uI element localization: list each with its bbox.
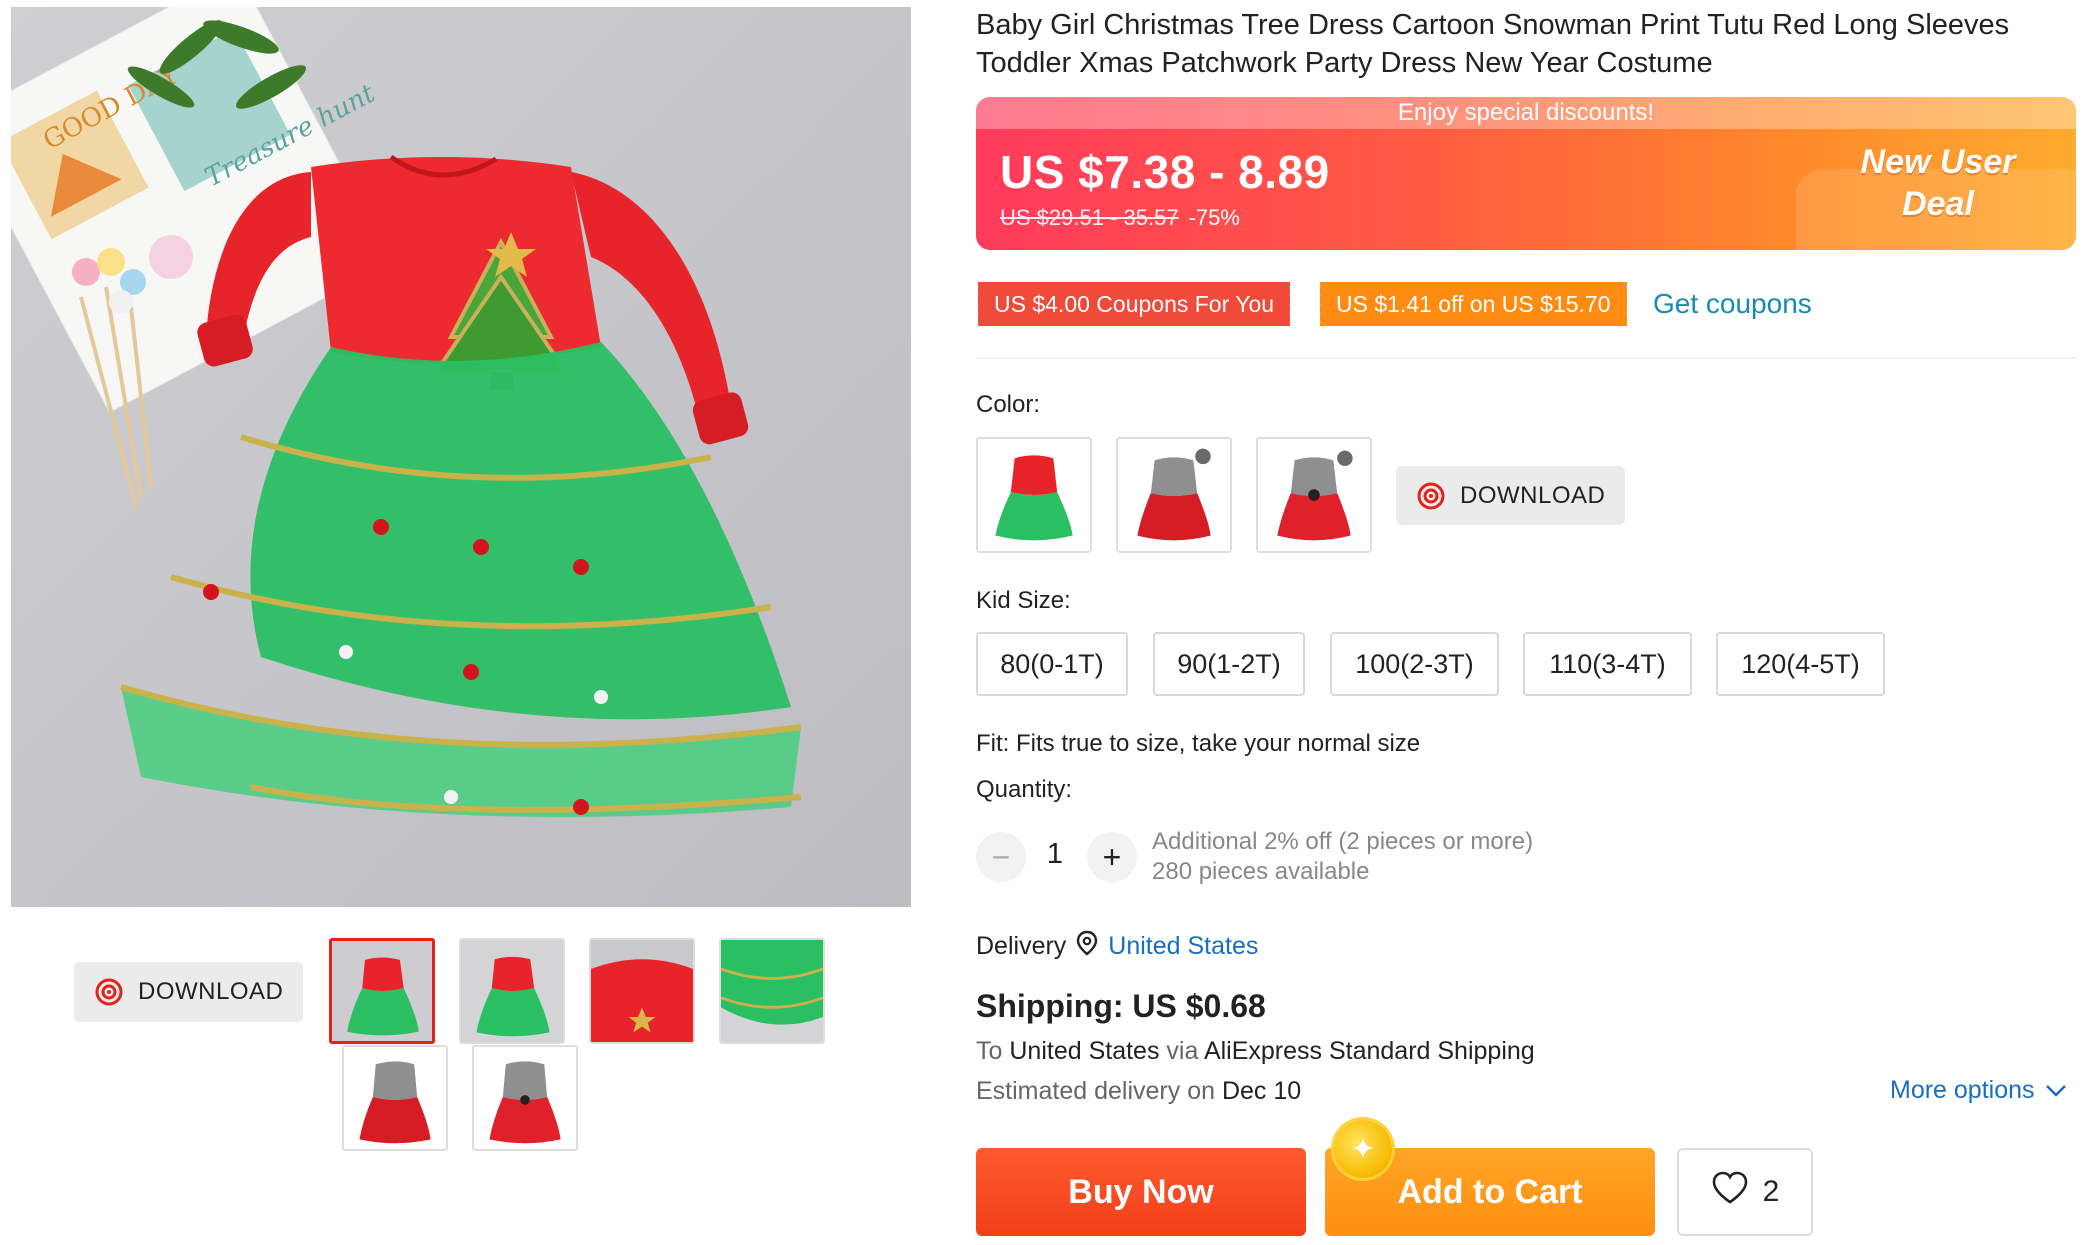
color-download-button[interactable]: DOWNLOAD: [1396, 466, 1626, 525]
download-label: DOWNLOAD: [138, 978, 284, 1005]
thumbnail-image: [344, 1047, 446, 1149]
shipping-method: AliExpress Standard Shipping: [1203, 1037, 1535, 1065]
more-options-label: More options: [1890, 1076, 2035, 1104]
thumbnail-3[interactable]: [589, 938, 695, 1044]
main-product-image[interactable]: GOOD DAY Treasure hunt: [11, 7, 911, 907]
delivery-label: Delivery: [976, 932, 1067, 960]
quantity-decrease-button[interactable]: −: [976, 832, 1026, 882]
download-label: DOWNLOAD: [1460, 481, 1606, 509]
deal-line-2: Deal: [1902, 185, 1974, 223]
product-title: Baby Girl Christmas Tree Dress Cartoon S…: [976, 9, 2010, 79]
original-price: US $29.51 - 35.57 -75%: [1000, 205, 1240, 231]
delivery-row: Delivery United States: [976, 930, 1258, 963]
estimated-prefix: Estimated delivery on: [976, 1077, 1222, 1105]
thumbnail-image: [474, 1047, 576, 1149]
fit-text: Fit: Fits true to size, take your normal…: [976, 730, 1421, 757]
wishlist-button[interactable]: 2: [1677, 1148, 1813, 1236]
swatch-image: [978, 439, 1090, 551]
thumbnail-image: [332, 941, 432, 1041]
new-user-deal-badge: New User Deal: [1838, 141, 2038, 225]
size-option-120[interactable]: 120(4-5T): [1716, 632, 1885, 696]
coupon-select[interactable]: US $1.41 off on US $15.70: [1317, 282, 1629, 326]
coin-sparkle-icon: ✦: [1334, 1120, 1392, 1178]
shipping-to-country: United States: [1009, 1037, 1160, 1065]
swatch-image: [1258, 439, 1370, 551]
discount-percent: -75%: [1188, 205, 1240, 230]
original-price-value: US $29.51 - 35.57: [1000, 205, 1179, 230]
color-swatch-green[interactable]: [976, 437, 1092, 553]
location-pin-icon: [1076, 930, 1098, 963]
thumbnail-image: [591, 940, 693, 1042]
download-icon: [94, 977, 124, 1007]
size-option-80[interactable]: 80(0-1T): [976, 632, 1128, 696]
stock-available-text: 280 pieces available: [1152, 858, 1370, 885]
more-options-link[interactable]: More options: [1890, 1076, 2067, 1105]
thumbnail-image: [721, 940, 823, 1042]
thumbnail-4[interactable]: [719, 938, 825, 1044]
shipping-via-prefix: via: [1159, 1037, 1204, 1065]
current-price: US $7.38 - 8.89: [1000, 146, 1330, 198]
estimated-date: Dec 10: [1221, 1077, 1302, 1105]
color-label: Color:: [976, 391, 1041, 418]
thumbnail-5[interactable]: [342, 1045, 448, 1151]
size-label: Kid Size:: [976, 587, 1071, 614]
size-option-100[interactable]: 100(2-3T): [1330, 632, 1499, 696]
download-icon: [1416, 481, 1446, 511]
price-banner: Enjoy special discounts! US $7.38 - 8.89…: [976, 97, 2076, 250]
thumbnail-6[interactable]: [472, 1045, 578, 1151]
promo-strip: Enjoy special discounts!: [976, 97, 2076, 129]
quantity-label: Quantity:: [976, 776, 1073, 803]
thumbnail-image: [461, 940, 563, 1042]
thumbnail-1[interactable]: [329, 938, 435, 1044]
wishlist-count: 2: [1762, 1175, 1780, 1208]
shipping-route: To United States via AliExpress Standard…: [976, 1037, 1535, 1066]
color-swatch-gray-red-bow[interactable]: [1256, 437, 1372, 553]
download-button[interactable]: DOWNLOAD: [74, 962, 304, 1022]
bulk-discount-text: Additional 2% off (2 pieces or more): [1152, 828, 1534, 855]
heart-icon: [1711, 1171, 1749, 1213]
quantity-increase-button[interactable]: +: [1087, 832, 1137, 882]
color-swatch-gray-red[interactable]: [1116, 437, 1232, 553]
shipping-price: Shipping: US $0.68: [976, 988, 1266, 1024]
delivery-location-link[interactable]: United States: [1108, 932, 1258, 961]
swatch-image: [1118, 439, 1230, 551]
estimated-delivery: Estimated delivery on Dec 10: [976, 1077, 1301, 1106]
size-option-90[interactable]: 90(1-2T): [1153, 632, 1305, 696]
shipping-to-prefix: To: [976, 1037, 1010, 1065]
quantity-value[interactable]: 1: [1040, 838, 1070, 871]
size-option-110[interactable]: 110(3-4T): [1523, 632, 1692, 696]
dress-photo: GOOD DAY Treasure hunt: [11, 7, 802, 817]
coupon-store[interactable]: US $4.00 Coupons For You: [974, 282, 1294, 326]
chevron-down-icon: [2045, 1076, 2067, 1105]
thumbnail-2[interactable]: [459, 938, 565, 1044]
get-coupons-link[interactable]: Get coupons: [1653, 282, 1812, 326]
deal-line-1: New User: [1860, 143, 2016, 181]
buy-now-button[interactable]: Buy Now: [976, 1148, 1306, 1236]
divider: [976, 357, 2076, 359]
